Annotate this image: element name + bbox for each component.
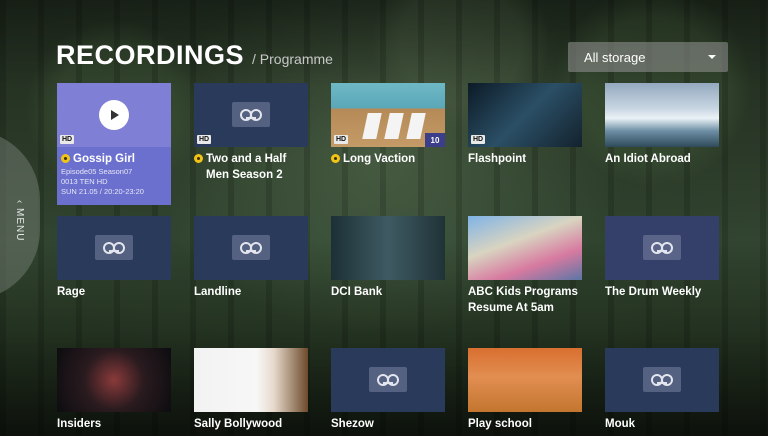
recording-title: DCI Bank	[331, 286, 383, 298]
recording-tile-two-and-a-half-men[interactable]: HD Two and a Half Men Season 2	[194, 83, 308, 183]
hd-badge: HD	[60, 135, 75, 144]
recording-thumbnail	[331, 348, 445, 412]
recording-tile-flashpoint[interactable]: HD Flashpoint	[468, 83, 582, 167]
series-icon	[194, 154, 203, 163]
recordings-grid: HD Gossip Girl Episode05 Season07 0013 T…	[0, 0, 768, 436]
recording-thumbnail: HD 10	[331, 83, 445, 147]
episode-count-badge: 10	[425, 133, 445, 147]
hd-badge: HD	[334, 135, 349, 144]
recording-title: Shezow	[331, 418, 374, 430]
recording-title: Landline	[194, 286, 242, 298]
recording-icon	[232, 102, 270, 127]
recording-title: ABC Kids Programs Resume At 5am	[468, 286, 578, 314]
recording-title: Mouk	[605, 418, 636, 430]
recording-title: An Idiot Abroad	[605, 153, 691, 165]
recording-thumbnail	[331, 216, 445, 280]
recording-tile-abc-kids[interactable]: ABC Kids Programs Resume At 5am	[468, 216, 582, 316]
recording-thumbnail	[605, 348, 719, 412]
recording-icon	[232, 235, 270, 260]
recordings-screen: ‹ MENU RECORDINGS / Programme All storag…	[0, 0, 768, 436]
recording-title: Sally Bollywood	[194, 418, 283, 430]
series-icon	[61, 154, 70, 163]
recording-episode: Episode05 Season07	[61, 167, 133, 176]
recording-tile-long-vaction[interactable]: HD 10 Long Vaction	[331, 83, 445, 167]
recording-tile-mouk[interactable]: Mouk	[605, 348, 719, 432]
recording-thumbnail	[194, 216, 308, 280]
recording-title: Long Vaction	[331, 151, 445, 167]
recording-thumbnail	[57, 348, 171, 412]
hd-badge: HD	[471, 135, 486, 144]
recording-icon	[643, 235, 681, 260]
recording-thumbnail: HD	[57, 83, 171, 147]
recording-tile-rage[interactable]: Rage	[57, 216, 171, 300]
recording-tile-landline[interactable]: Landline	[194, 216, 308, 300]
series-icon	[331, 154, 340, 163]
recording-title: The Drum Weekly	[605, 286, 702, 298]
recording-title: Play school	[468, 418, 532, 430]
recording-thumbnail	[57, 216, 171, 280]
recording-icon	[369, 367, 407, 392]
recording-tile-play-school[interactable]: Play school	[468, 348, 582, 432]
recording-tile-sally-bollywood[interactable]: Sally Bollywood	[194, 348, 308, 432]
recording-time: SUN 21.05 / 20:20-23:20	[61, 187, 144, 196]
recording-tile-gossip-girl[interactable]: HD Gossip Girl Episode05 Season07 0013 T…	[57, 83, 171, 205]
recording-thumbnail	[605, 83, 719, 147]
recording-tile-shezow[interactable]: Shezow	[331, 348, 445, 432]
recording-tile-insiders[interactable]: Insiders	[57, 348, 171, 432]
recording-icon	[95, 235, 133, 260]
recording-thumbnail: HD	[194, 83, 308, 147]
hd-badge: HD	[197, 135, 212, 144]
recording-thumbnail	[194, 348, 308, 412]
recording-thumbnail: HD	[468, 83, 582, 147]
recording-channel: 0013 TEN HD	[61, 177, 108, 186]
recording-title: Flashpoint	[468, 153, 527, 165]
recording-tile-dci-bank[interactable]: DCI Bank	[331, 216, 445, 300]
recording-title: Two and a Half Men Season 2	[194, 151, 308, 183]
recording-thumbnail	[468, 216, 582, 280]
recording-title: Gossip Girl	[57, 151, 171, 167]
recording-tile-the-drum-weekly[interactable]: The Drum Weekly	[605, 216, 719, 300]
recording-thumbnail	[468, 348, 582, 412]
play-icon[interactable]	[99, 100, 129, 130]
recording-title: Insiders	[57, 418, 102, 430]
recording-icon	[643, 367, 681, 392]
recording-thumbnail	[605, 216, 719, 280]
recording-title: Rage	[57, 286, 86, 298]
recording-tile-an-idiot-abroad[interactable]: An Idiot Abroad	[605, 83, 719, 167]
